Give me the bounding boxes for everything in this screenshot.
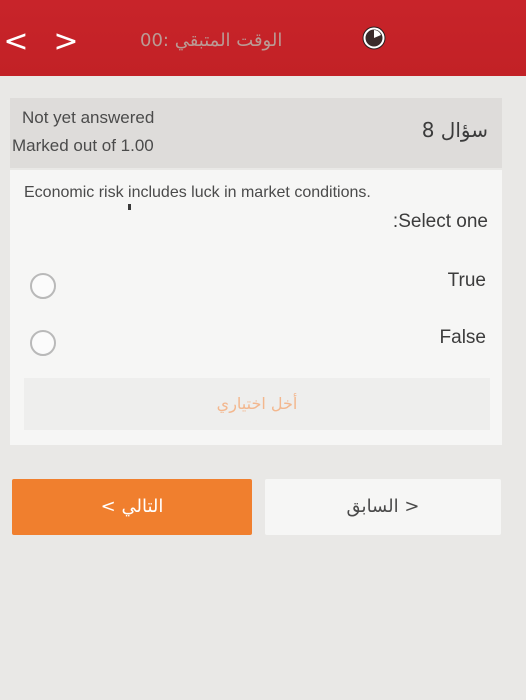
question-text: Economic risk includes luck in market co… [24,184,371,201]
back-arrow-icon[interactable]: < [2,24,30,60]
question-number: سؤال 8 [421,118,488,142]
answer-status: Not yet answered [22,108,155,127]
clock-icon [362,26,386,50]
previous-chevron-icon: > [404,496,420,517]
previous-button[interactable]: السابق > [265,479,501,535]
text-cursor [128,204,131,210]
clear-choice-button[interactable]: أخل اختياري [24,378,490,430]
option-false-label[interactable]: False [366,327,486,349]
timer-label: الوقت المتبقي :00 [140,30,283,51]
next-button-label: التالي [121,496,164,517]
next-chevron-icon: < [100,496,116,517]
option-true-radio[interactable] [30,273,56,299]
select-one-instruction: :Select one [392,211,488,232]
forward-arrow-icon[interactable]: > [52,24,80,60]
top-bar: < > الوقت المتبقي :00 [0,0,526,76]
option-true-label[interactable]: True [366,270,486,292]
option-false-radio[interactable] [30,330,56,356]
previous-button-label: السابق [346,496,399,517]
next-button[interactable]: < التالي [12,479,252,535]
marks-label: Marked out of 1.00 [12,136,154,155]
